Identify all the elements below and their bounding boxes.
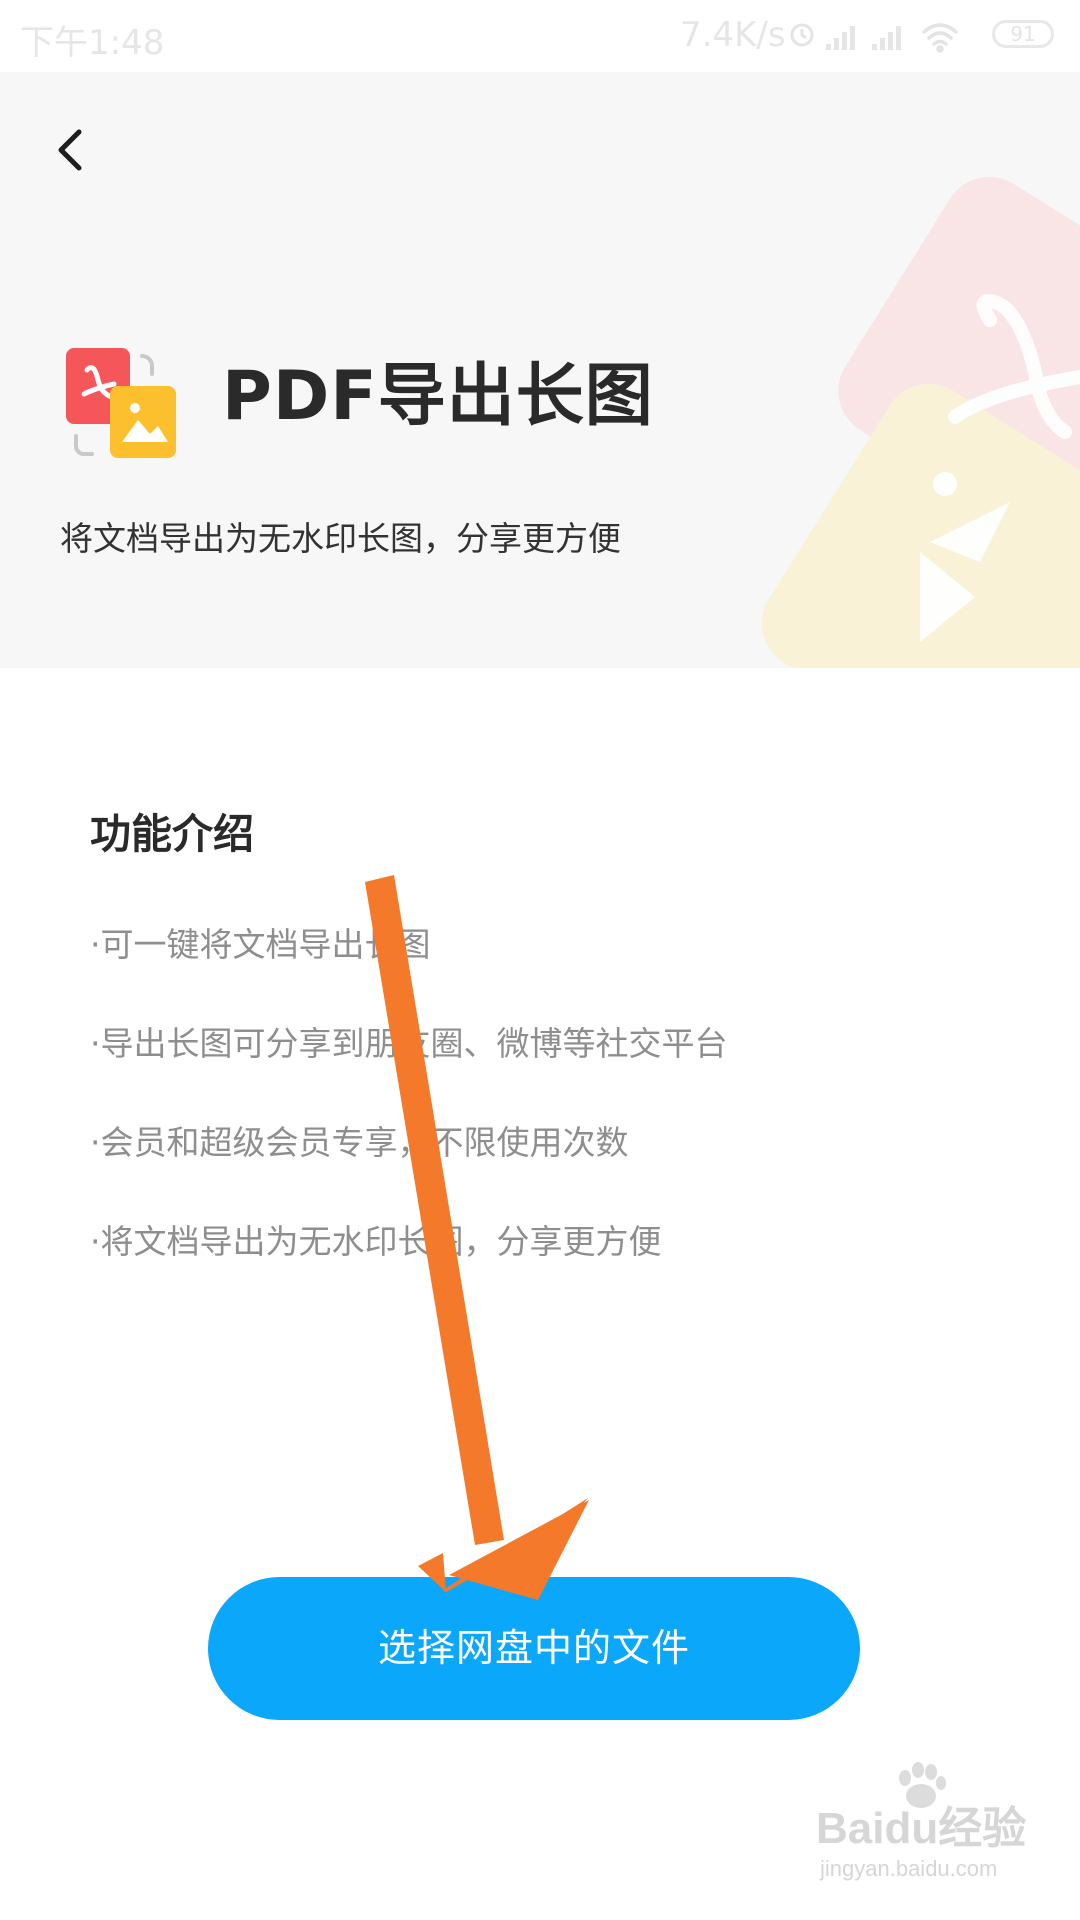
- wifi-icon: [922, 23, 958, 53]
- signal-icon: [872, 26, 901, 50]
- section-title: 功能介绍: [90, 810, 254, 858]
- arrow-shaft: [365, 875, 504, 1545]
- header-banner: PDF导出长图 将文档导出为无水印长图，分享更方便: [0, 72, 1080, 668]
- feature-item: ·将文档导出为无水印长图，分享更方便: [90, 1222, 662, 1261]
- alarm-icon: [790, 23, 814, 47]
- watermark-brand: Baidu经验: [816, 1804, 1027, 1853]
- page-title: PDF导出长图: [222, 357, 654, 436]
- feature-item: ·会员和超级会员专享，不限使用次数: [90, 1123, 629, 1162]
- page-subtitle: 将文档导出为无水印长图，分享更方便: [60, 519, 621, 558]
- network-speed: 7.4K/s: [680, 15, 786, 55]
- chevron-left-icon: [58, 129, 82, 171]
- battery-icon: 91: [992, 20, 1054, 48]
- status-bar: 下午1:48 7.4K/s 91: [0, 0, 1080, 72]
- back-button[interactable]: [44, 122, 100, 178]
- feature-item: ·可一键将文档导出长图: [90, 925, 431, 964]
- pdf-to-image-icon: [66, 348, 176, 458]
- acrobat-glyph: [948, 294, 1080, 439]
- status-glyphs: [790, 23, 958, 53]
- feature-item: ·导出长图可分享到朋友圈、微博等社交平台: [90, 1024, 728, 1063]
- watermark: Baidu经验 jingyan.baidu.com: [816, 1762, 1056, 1888]
- status-icons: 91: [790, 18, 1060, 58]
- page: 下午1:48 7.4K/s 91 PDF导出长图 将文档导出为无水印长图，分享更…: [0, 0, 1080, 1920]
- status-time: 下午1:48: [20, 23, 165, 63]
- decorative-glyphs: [920, 294, 1080, 642]
- watermark-url: jingyan.baidu.com: [820, 1856, 998, 1881]
- image-glyph: [920, 472, 1010, 642]
- signal-icon: [826, 26, 855, 50]
- select-cloud-file-button[interactable]: 选择网盘中的文件: [208, 1577, 860, 1720]
